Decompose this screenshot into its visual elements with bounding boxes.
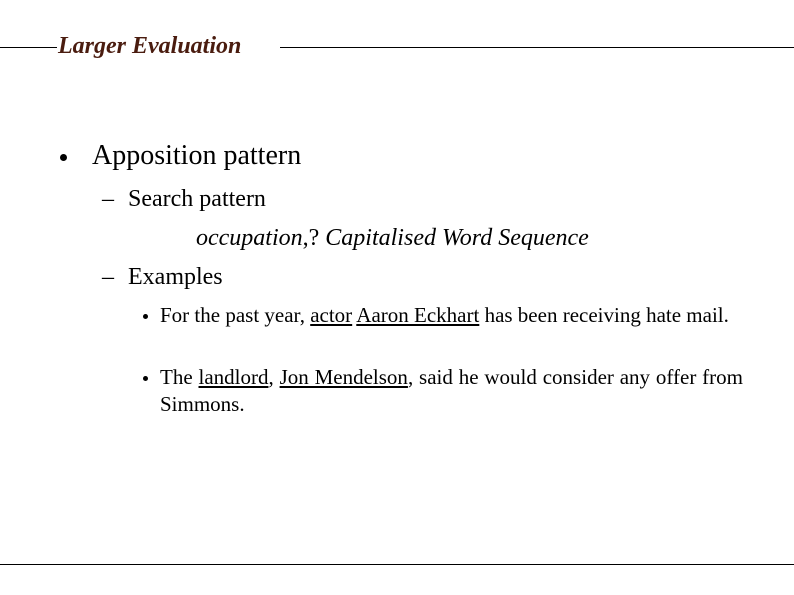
underlined-name: Jon Mendelson bbox=[279, 365, 408, 389]
pattern-occupation: occupation bbox=[196, 225, 303, 251]
dash-icon: – bbox=[102, 264, 114, 290]
search-pattern-expression: occupation,? Capitalised Word Sequence bbox=[196, 223, 589, 253]
sub-item-label: Examples bbox=[128, 264, 223, 290]
title-rule-right bbox=[280, 47, 794, 48]
bullet-icon bbox=[60, 154, 67, 161]
example-text: For the past year, actor Aaron Eckhart h… bbox=[160, 302, 743, 329]
dash-icon: – bbox=[102, 186, 114, 212]
underlined-name: Aaron Eckhart bbox=[356, 303, 480, 327]
text-segment: The bbox=[160, 365, 199, 389]
text-segment: For the past year, bbox=[160, 303, 311, 327]
underlined-occupation: actor bbox=[310, 303, 353, 327]
bullet-icon bbox=[143, 314, 148, 319]
bullet-icon bbox=[143, 376, 148, 381]
title-rule-left bbox=[0, 47, 57, 48]
slide-title: Larger Evaluation bbox=[58, 33, 242, 59]
sub-item-label: Search pattern bbox=[128, 186, 266, 212]
pattern-separator: ,? bbox=[302, 225, 320, 251]
main-bullet-label: Apposition pattern bbox=[92, 140, 302, 171]
example-text: The landlord, Jon Mendelson, said he wou… bbox=[160, 364, 743, 418]
pattern-capitalised-sequence: Capitalised Word Sequence bbox=[319, 225, 589, 251]
text-segment: , bbox=[268, 365, 280, 389]
footer-rule bbox=[0, 564, 794, 565]
underlined-occupation: landlord bbox=[198, 365, 269, 389]
text-segment: has been receiving hate mail. bbox=[479, 303, 729, 327]
